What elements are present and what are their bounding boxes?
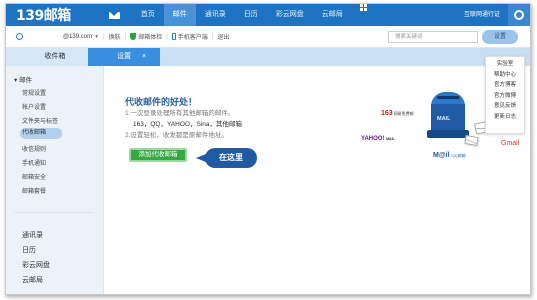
benefit-line-1: 1.一次登录处理所有其他邮箱的邮件。 — [125, 110, 235, 117]
logo-163: 163网易免费邮 — [381, 110, 414, 117]
user-email[interactable]: @139.com — [63, 34, 92, 40]
passport-link[interactable]: 互联网通行证 — [464, 4, 500, 26]
divider: | — [124, 33, 127, 40]
mailbox-check-link[interactable]: 邮箱体检 — [138, 32, 162, 41]
menu-item-help[interactable]: 帮助中心 — [486, 70, 524, 81]
divider: | — [103, 33, 105, 40]
sidebar-link-cloud-post[interactable]: 云邮局 — [22, 275, 43, 285]
menu-item-feedback[interactable]: 意见反馈 — [486, 101, 524, 112]
benefit-line-2: 2.设置轻松，收发都是原邮件地址。 — [125, 132, 228, 139]
shield-icon — [130, 33, 137, 40]
here-callout: 在这里 — [196, 148, 257, 168]
sidebar-item-security[interactable]: 邮箱安全 — [22, 172, 46, 181]
brand-logo[interactable]: 139邮箱 — [16, 5, 71, 25]
sidebar-item-collect-mail[interactable]: 代收邮箱 — [20, 128, 62, 139]
logo-qq-mail: M@il QQ邮箱 — [433, 152, 466, 159]
sidebar-item-rules[interactable]: 收信规则 — [22, 144, 46, 153]
tab-settings[interactable]: 设置 — [88, 48, 160, 66]
mailbox-illustration: MAIL — [427, 92, 469, 138]
app-window: 139邮箱 首页 邮件 通讯录 日历 彩云网盘 云邮局 互联网通行证 @139.… — [5, 3, 531, 295]
sidebar-divider — [14, 212, 94, 213]
apps-grid-icon[interactable] — [359, 4, 367, 11]
sidebar-item-package[interactable]: 邮箱套餐 — [22, 186, 46, 195]
tab-bar: 收件箱 设置 × — [6, 48, 530, 66]
settings-button[interactable]: 设置 — [482, 30, 518, 44]
sidebar-item-folders[interactable]: 文件夹与标签 — [22, 116, 58, 125]
settings-gear-button[interactable] — [508, 4, 530, 26]
nav-item-home[interactable]: 首页 — [132, 4, 164, 26]
benefit-line-providers: 163，QQ，YAHOO，Sina，其他邮箱 — [133, 121, 242, 128]
sidebar-link-calendar[interactable]: 日历 — [22, 245, 36, 255]
sidebar-item-general[interactable]: 常规设置 — [22, 88, 46, 97]
nav-item-calendar[interactable]: 日历 — [235, 4, 267, 26]
logo-gmail: Gmail — [501, 140, 520, 147]
nav-item-contacts[interactable]: 通讯录 — [196, 4, 235, 26]
mobile-client-link[interactable]: 手机客户端 — [178, 32, 208, 41]
settings-dropdown-menu: 实验室 帮助中心 官方博客 官方微博 意见反馈 更新日志 — [485, 56, 525, 134]
search-input[interactable]: 搜索关键词 — [388, 31, 478, 43]
nav-items: 首页 邮件 通讯录 日历 彩云网盘 云邮局 — [132, 4, 367, 26]
logout-link[interactable]: 退出 — [217, 32, 229, 41]
menu-item-changelog[interactable]: 更新日志 — [486, 112, 524, 123]
add-collect-mailbox-button[interactable]: 添加代收邮箱 — [129, 148, 187, 162]
sidebar-heading-mail[interactable]: ▾ 邮件 — [14, 74, 32, 84]
chevron-down-icon[interactable]: ▼ — [94, 34, 99, 40]
close-tab-icon[interactable]: × — [142, 48, 146, 66]
phone-icon — [171, 33, 176, 40]
logo-yahoo: YAHOO! MAIL — [361, 136, 395, 142]
mail-icon[interactable] — [108, 11, 120, 19]
menu-item-blog[interactable]: 官方博客 — [486, 80, 524, 91]
divider: | — [211, 33, 214, 40]
sidebar-item-account[interactable]: 帐户设置 — [22, 102, 46, 111]
divider: | — [166, 33, 168, 40]
sidebar-link-cloud-drive[interactable]: 彩云网盘 — [22, 260, 50, 270]
gear-icon — [514, 10, 524, 20]
user-bar: @139.com ▼ | 换肤 | 邮箱体检 | 手机客户端 | 退出 搜索关键… — [6, 26, 530, 48]
nav-item-mail[interactable]: 邮件 — [163, 4, 196, 26]
main-content: 代收邮件的好处！ 1.一次登录处理所有其他邮箱的邮件。 163，QQ，YAHOO… — [105, 66, 530, 294]
nav-item-cloud-drive[interactable]: 彩云网盘 — [267, 4, 313, 26]
nav-item-cloud-post[interactable]: 云邮局 — [313, 4, 352, 26]
sidebar-item-notify[interactable]: 手机通知 — [22, 158, 46, 167]
sidebar-link-contacts[interactable]: 通讯录 — [22, 230, 43, 240]
top-nav: 139邮箱 首页 邮件 通讯录 日历 彩云网盘 云邮局 互联网通行证 — [6, 4, 530, 26]
sidebar: ▾ 邮件 常规设置 帐户设置 文件夹与标签 代收邮箱 收信规则 手机通知 邮箱安… — [6, 66, 104, 294]
menu-item-lab[interactable]: 实验室 — [486, 59, 524, 70]
switch-skin-link[interactable]: 换肤 — [109, 32, 121, 41]
envelope-icon — [464, 134, 479, 147]
menu-item-weibo[interactable]: 官方微博 — [486, 91, 524, 102]
user-icon[interactable] — [16, 33, 23, 40]
